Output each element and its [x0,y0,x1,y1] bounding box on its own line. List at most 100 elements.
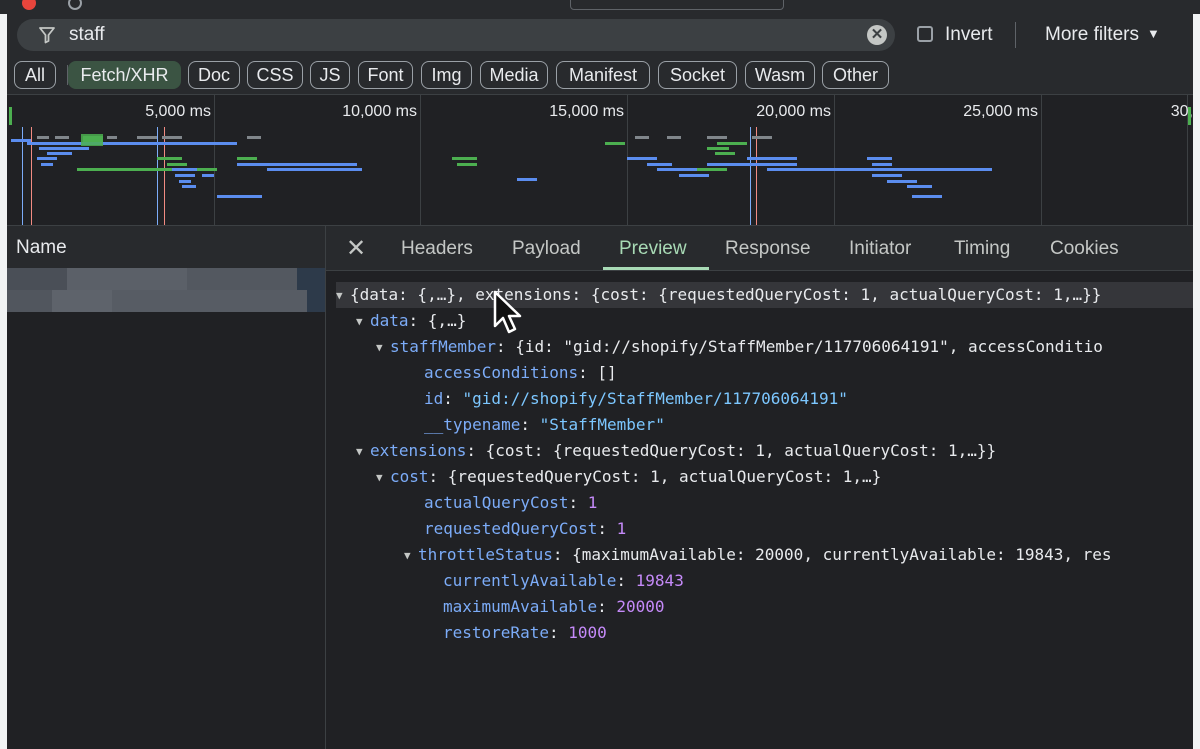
timeline-handle-left[interactable] [9,107,12,125]
timeline-gridline [834,95,835,225]
tab-headers[interactable]: Headers [401,238,473,260]
tab-preview[interactable]: Preview [619,238,687,260]
tree-leaf-currently-available[interactable]: currentlyAvailable: 19843 [443,568,684,594]
chip-font[interactable]: Font [358,61,413,89]
chip-fetch-xhr[interactable]: Fetch/XHR [68,61,181,89]
redacted-block [67,268,187,290]
tree-key: requestedQueryCost [424,519,598,538]
redacted-block [187,268,297,290]
tree-leaf-requested-query-cost[interactable]: requestedQueryCost: 1 [424,516,626,542]
timeline-gridline [214,95,215,225]
tree-value: [] [597,363,617,382]
timeline-request-bar [457,163,477,166]
timeline-request-bar [27,142,237,145]
invert-checkbox[interactable] [917,26,933,42]
timeline-request-bar [182,185,196,188]
tree-summary: {cost: {requestedQueryCost: 1, actualQue… [485,441,997,460]
invert-label: Invert [945,24,993,45]
chip-doc[interactable]: Doc [188,61,240,89]
timeline-request-bar [717,142,747,145]
expand-triangle-icon[interactable]: ▼ [404,543,418,569]
request-row-selected[interactable] [7,268,325,312]
network-timeline-overview[interactable]: 5,000 ms 10,000 ms 15,000 ms 20,000 ms 2… [7,95,1193,226]
tree-leaf-maximum-available[interactable]: maximumAvailable: 20000 [443,594,665,620]
devtools-network-panel: staff ✕ Invert More filters ▼ All Fetch/X… [0,0,1200,749]
chip-socket[interactable]: Socket [658,61,737,89]
more-filters-dropdown[interactable]: More filters ▼ [1045,24,1160,46]
timeline-gridline [627,95,628,225]
dom-content-loaded-marker [750,127,751,225]
chip-js[interactable]: JS [310,61,350,89]
tree-leaf-id[interactable]: id: "gid://shopify/StaffMember/117706064… [424,386,848,412]
timeline-request-bar [767,168,827,171]
tree-leaf-typename[interactable]: __typename: "StaffMember" [424,412,665,438]
window-edge-left [0,14,7,749]
tree-value: 1000 [568,623,607,642]
tab-initiator[interactable]: Initiator [849,238,911,260]
timeline-request-bar [81,134,103,146]
chip-css[interactable]: CSS [247,61,303,89]
throttling-select[interactable] [570,0,784,10]
tree-node-cost[interactable]: ▼ cost: {requestedQueryCost: 1, actualQue… [376,464,881,490]
timeline-request-bar [179,180,191,183]
timeline-request-bar [217,195,262,198]
tree-node-extensions[interactable]: ▼ extensions: {cost: {requestedQueryCost:… [356,438,996,464]
tree-node-root[interactable]: ▼ {data: {,…}, extensions: {cost: {reques… [336,282,1193,308]
expand-triangle-icon[interactable]: ▼ [356,439,370,465]
tree-value: "StaffMember" [539,415,665,434]
chip-wasm[interactable]: Wasm [745,61,815,89]
timeline-request-bar [872,174,902,177]
timeline-request-bar [157,157,182,160]
record-icon[interactable] [22,0,36,10]
redacted-block [7,268,67,290]
timeline-request-bar [627,157,657,160]
tab-payload[interactable]: Payload [512,238,581,260]
resource-type-filters: All Fetch/XHR Doc CSS JS Font Img Media … [7,58,1193,95]
filter-input[interactable]: staff ✕ [17,19,895,51]
tree-value: 1 [587,493,598,512]
timeline-request-bar [747,157,797,160]
expand-triangle-icon[interactable]: ▼ [336,283,350,309]
chip-img[interactable]: Img [421,61,472,89]
timeline-handle-right[interactable] [1188,107,1191,125]
name-column-header[interactable]: Name [7,226,325,269]
expand-triangle-icon[interactable]: ▼ [376,465,390,491]
timeline-request-bar [172,168,197,171]
chip-all[interactable]: All [14,61,56,89]
timeline-request-bar [867,157,892,160]
redacted-block [52,290,112,312]
filter-bar: staff ✕ Invert More filters ▼ [7,14,1193,58]
chip-other[interactable]: Other [822,61,889,89]
tree-key: currentlyAvailable [443,571,617,590]
tree-leaf-actual-query-cost[interactable]: actualQueryCost: 1 [424,490,597,516]
expand-triangle-icon[interactable]: ▼ [356,309,370,335]
tab-cookies[interactable]: Cookies [1050,238,1119,260]
top-toolbar-strip [0,0,1200,14]
timeline-request-bar [715,152,735,155]
toolbar-divider [1015,22,1016,48]
timeline-tick-label: 5,000 ms [145,103,211,120]
detail-tabbar: ✕ Headers Payload Preview Response Initi… [326,226,1193,271]
timeline-request-bar [697,168,727,171]
timeline-request-bar [907,185,932,188]
chip-manifest[interactable]: Manifest [556,61,650,89]
tree-key: id [424,389,444,408]
close-detail-icon[interactable]: ✕ [346,234,366,263]
timeline-request-bar [752,136,772,139]
expand-triangle-icon[interactable]: ▼ [376,335,390,361]
clear-filter-icon[interactable]: ✕ [867,25,887,45]
timeline-request-bar [912,195,942,198]
tab-response[interactable]: Response [725,238,811,260]
window-edge-right [1193,14,1200,749]
tree-node-throttle-status[interactable]: ▼ throttleStatus: {maximumAvailable: 2000… [404,542,1112,568]
timeline-request-bar [237,163,357,166]
tree-node-staff-member[interactable]: ▼ staffMember: {id: "gid://shopify/StaffM… [376,334,1103,360]
tree-node-data[interactable]: ▼ data: {,…} [356,308,466,334]
tree-leaf-access-conditions[interactable]: accessConditions: [] [424,360,617,386]
tree-leaf-restore-rate[interactable]: restoreRate: 1000 [443,620,607,646]
tab-timing[interactable]: Timing [954,238,1010,260]
timeline-tick-label: 20,000 ms [756,103,831,120]
timeline-request-bar [707,136,727,139]
clear-log-icon[interactable] [68,0,82,10]
chip-media[interactable]: Media [480,61,548,89]
